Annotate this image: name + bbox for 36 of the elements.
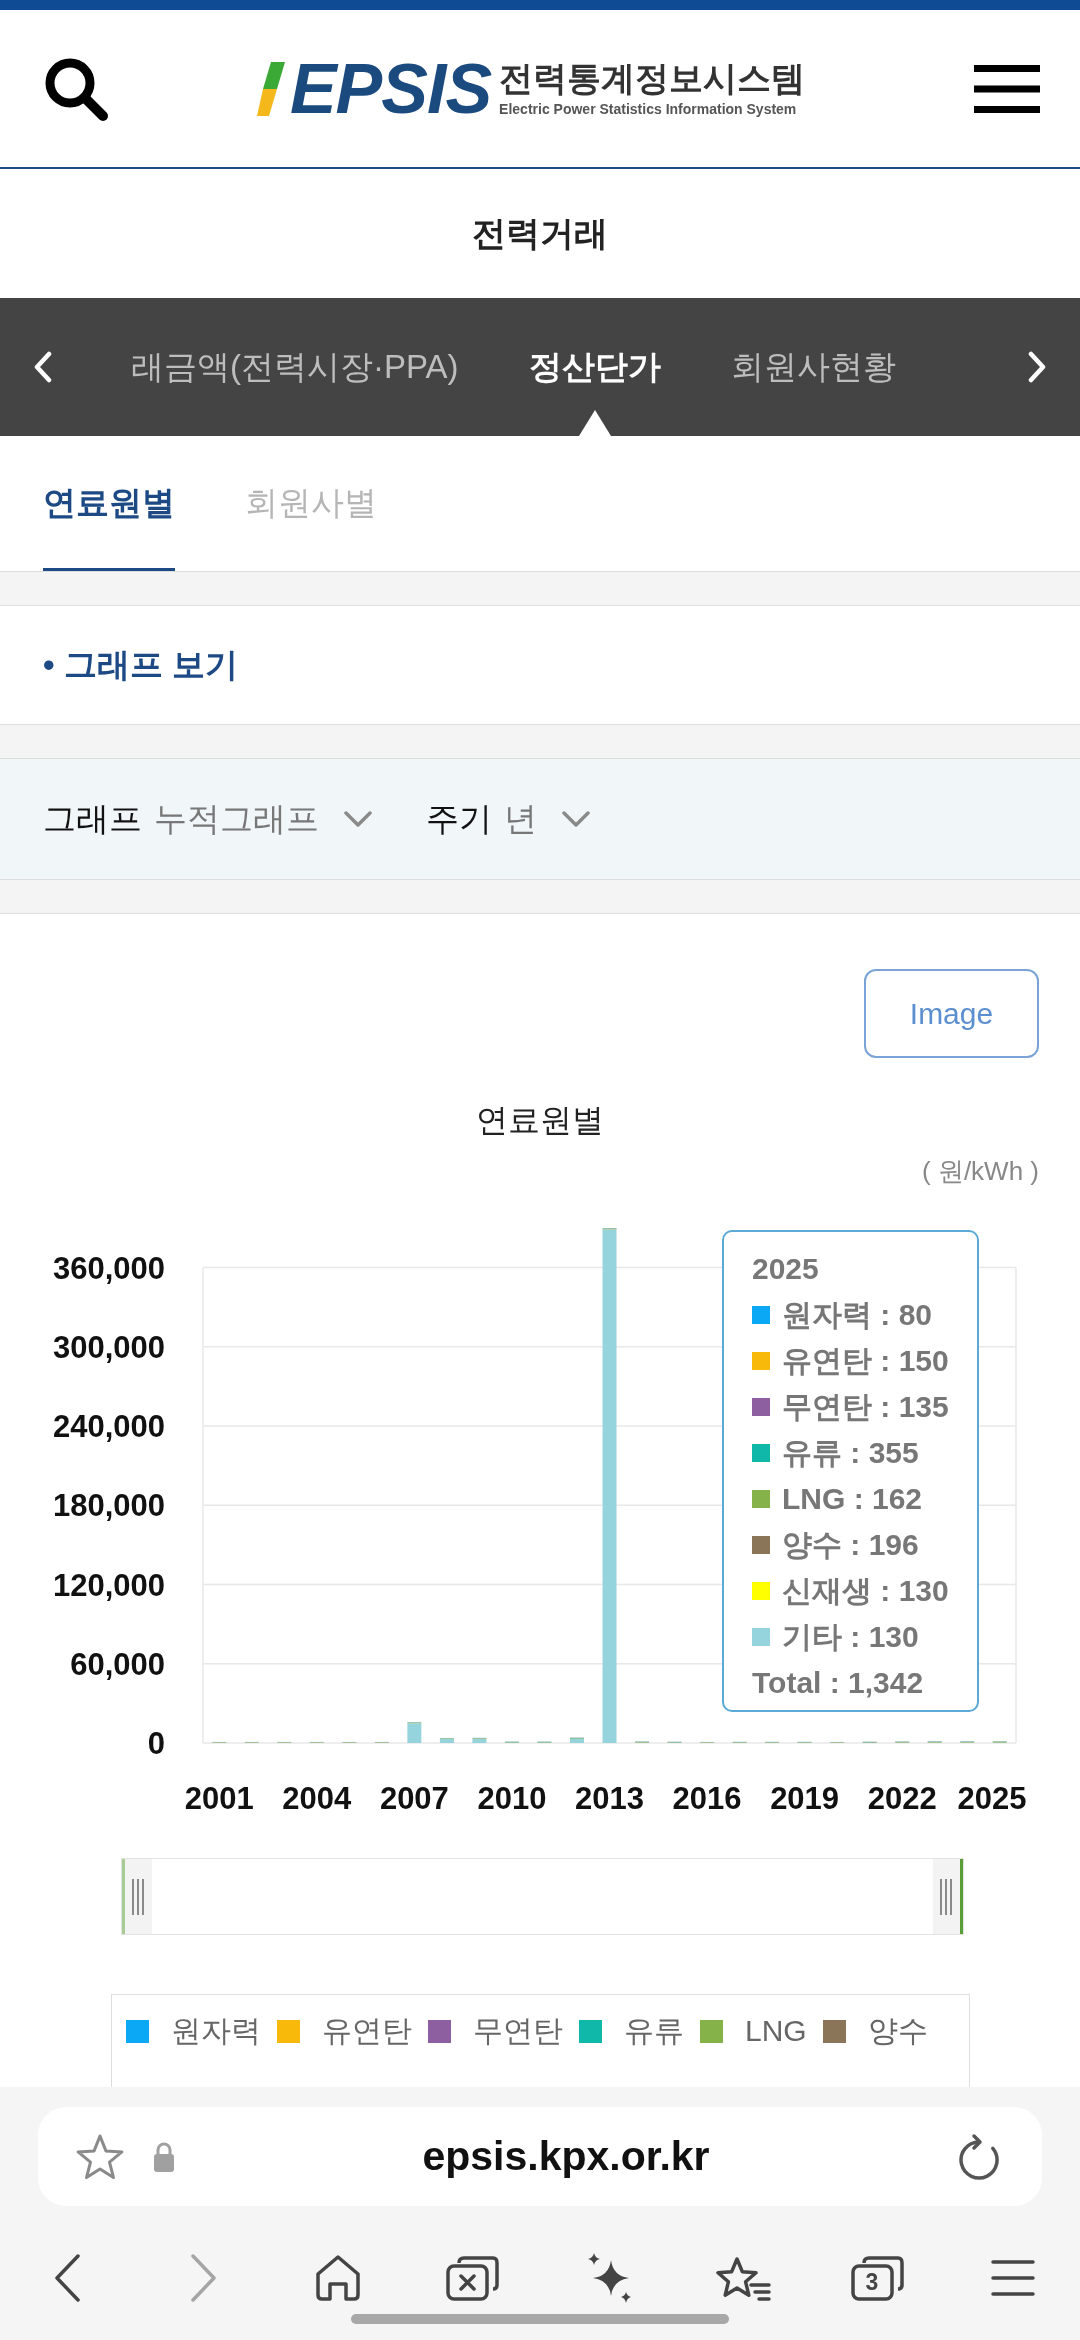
x-axis-label: 2013 <box>575 1781 644 1816</box>
x-axis-label: 2025 <box>957 1781 1027 1816</box>
tooltip-text: 기타 : 130 <box>782 1619 919 1655</box>
y-axis-label: 360,000 <box>52 1250 165 1286</box>
tooltip-text: 유류 : 355 <box>782 1435 919 1471</box>
y-axis-label: 120,000 <box>52 1567 165 1603</box>
chart-title: 연료원별 <box>476 1102 604 1138</box>
tooltip-text: 신재생 : 130 <box>782 1573 949 1609</box>
unit-label: ( 원/kWh ) <box>922 1156 1039 1186</box>
y-axis-label: 240,000 <box>52 1409 165 1445</box>
tooltip-title: 2025 <box>752 1251 819 1287</box>
logo-name: 전력통계정보시스템 <box>499 59 806 97</box>
x-axis-label: 2001 <box>184 1781 254 1816</box>
x-axis-label: 2010 <box>477 1781 547 1816</box>
y-axis-label: 300,000 <box>52 1329 165 1365</box>
section-heading: • 그래프 보기 <box>43 644 238 685</box>
x-axis-label: 2007 <box>379 1781 449 1816</box>
tooltip-total: Total : 1,342 <box>752 1665 924 1701</box>
logo-subtitle: Electric Power Statistics Information System <box>499 101 797 118</box>
x-axis-label: 2004 <box>282 1781 352 1816</box>
tooltip-text: 유연탄 : 150 <box>782 1343 949 1379</box>
y-axis-label: 180,000 <box>52 1488 165 1524</box>
page-title: 전력거래 <box>472 212 608 254</box>
tooltip-text: LNG : 162 <box>782 1481 923 1517</box>
y-axis-label: 0 <box>147 1726 165 1761</box>
y-axis-label: 60,000 <box>70 1646 165 1682</box>
filter-label: 주기 <box>426 798 492 839</box>
x-axis-label: 2016 <box>672 1781 742 1816</box>
x-axis-label: 2022 <box>867 1781 937 1816</box>
x-axis-label: 2019 <box>770 1781 840 1816</box>
url-text: epsis.kpx.or.kr <box>422 2133 710 2180</box>
tooltip-text: 무연탄 : 135 <box>782 1389 949 1425</box>
logo-wordmark: EPSIS <box>289 53 492 124</box>
tooltip-text: 양수 : 196 <box>782 1527 919 1563</box>
tooltip-text: 원자력 : 80 <box>782 1297 933 1333</box>
filter-label: 그래프 <box>43 798 142 839</box>
